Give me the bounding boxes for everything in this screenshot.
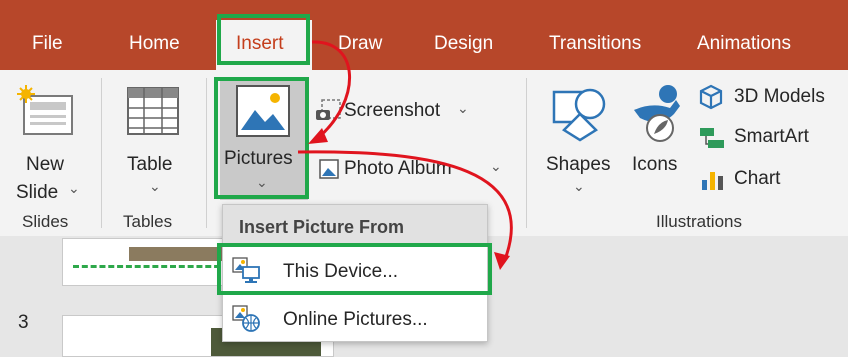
- tab-transitions[interactable]: Transitions: [549, 33, 641, 55]
- chart-label: Chart: [734, 168, 781, 189]
- highlight-box-this-device: [217, 243, 492, 295]
- table-label: Table: [127, 154, 173, 175]
- icons-icon: [630, 82, 686, 144]
- icons-label: Icons: [632, 154, 678, 175]
- table-button[interactable]: Table ⌄: [112, 76, 198, 208]
- new-slide-label-2: Slide: [16, 182, 59, 203]
- cube-icon: [698, 84, 724, 110]
- menu-item-online-pictures[interactable]: Online Pictures...: [223, 297, 487, 341]
- photo-album-button[interactable]: Photo Album ⌄: [314, 154, 504, 184]
- 3d-models-button[interactable]: 3D Models: [698, 84, 844, 112]
- tab-animations[interactable]: Animations: [697, 33, 791, 55]
- screenshot-label: Screenshot: [344, 100, 441, 121]
- new-slide-icon: [14, 84, 78, 144]
- slide-number: 3: [18, 312, 29, 333]
- group-divider: [101, 78, 102, 228]
- group-divider: [206, 78, 207, 228]
- group-label-illustrations: Illustrations: [656, 212, 742, 231]
- shapes-icon: [550, 82, 610, 142]
- group-label-slides: Slides: [22, 212, 69, 231]
- new-slide-label-1: New: [26, 154, 65, 175]
- tab-draw[interactable]: Draw: [338, 33, 382, 55]
- icons-button[interactable]: Icons: [626, 76, 690, 186]
- menu-header-label: Insert Picture From: [239, 217, 405, 237]
- smartart-label: SmartArt: [734, 126, 809, 147]
- 3d-models-label: 3D Models: [734, 86, 825, 107]
- photo-album-label: Photo Album: [344, 158, 452, 179]
- shapes-button[interactable]: Shapes ⌄: [540, 76, 620, 208]
- bar-chart-icon: [700, 168, 726, 192]
- chevron-down-icon: ⌄: [68, 180, 80, 196]
- chart-button[interactable]: Chart: [698, 166, 844, 194]
- chevron-down-icon: ⌄: [149, 178, 161, 194]
- screenshot-button[interactable]: Screenshot ⌄: [314, 96, 474, 126]
- tab-design[interactable]: Design: [434, 33, 493, 55]
- smartart-button[interactable]: SmartArt: [698, 124, 844, 152]
- menu-item-label: Online Pictures...: [283, 309, 428, 330]
- menu-header: Insert Picture From: [223, 205, 487, 247]
- highlight-box-insert-tab: [217, 14, 310, 65]
- screenshot-icon: [314, 98, 342, 124]
- chevron-down-icon: ⌄: [457, 100, 469, 116]
- ribbon-tab-bar: File Home Insert Draw Design Transitions…: [0, 0, 848, 70]
- chevron-down-icon: ⌄: [573, 178, 585, 194]
- shapes-label: Shapes: [546, 154, 611, 175]
- highlight-box-pictures: [214, 77, 309, 199]
- new-slide-button[interactable]: New Slide ⌄: [6, 76, 92, 208]
- photo-album-icon: [314, 156, 342, 182]
- tab-file[interactable]: File: [32, 33, 63, 55]
- online-picture-icon: [231, 303, 261, 333]
- group-divider: [526, 78, 527, 228]
- smartart-icon: [698, 126, 726, 150]
- table-icon: [126, 86, 180, 136]
- group-label-tables: Tables: [123, 212, 173, 231]
- chevron-down-icon: ⌄: [490, 158, 502, 174]
- tab-home[interactable]: Home: [129, 33, 180, 55]
